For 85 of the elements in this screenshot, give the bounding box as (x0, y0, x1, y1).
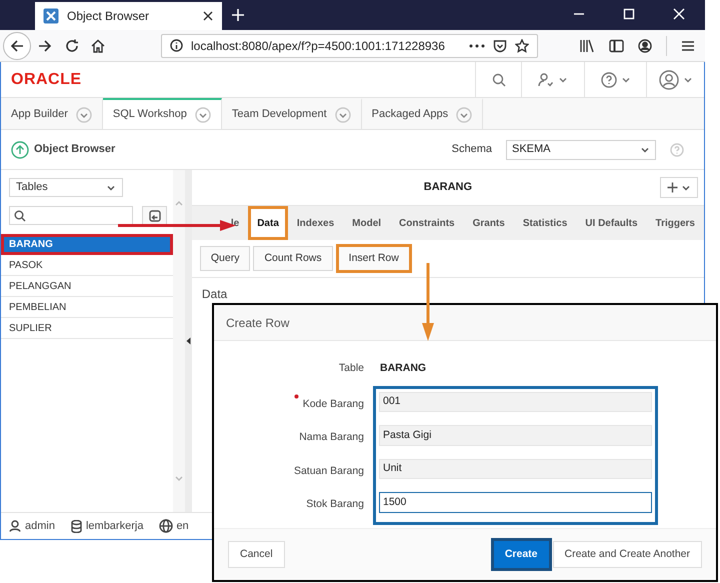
action-button[interactable]: Query (200, 246, 250, 271)
user-icon (9, 520, 21, 532)
field-label: Satuan Barang (294, 464, 364, 479)
plus-icon (667, 182, 678, 193)
text-field[interactable]: 001 (379, 392, 652, 412)
tab-title: Object Browser (67, 8, 150, 25)
database-icon (70, 520, 82, 532)
search-field[interactable] (9, 206, 133, 225)
nav-tab[interactable]: SQL Workshop (102, 98, 222, 129)
table-list-item[interactable]: PEMBELIAN (1, 297, 173, 318)
add-menu-button[interactable] (660, 177, 698, 198)
back-arrow-icon (10, 38, 24, 52)
object-tab[interactable]: Triggers (646, 206, 704, 240)
menu-icon[interactable] (681, 40, 695, 52)
table-list-item[interactable]: BARANG (1, 234, 173, 255)
dialog-button[interactable]: Create and Create Another (552, 541, 702, 568)
text-field[interactable]: 1500 (379, 492, 652, 513)
dialog-title: Create Row (226, 314, 290, 332)
reload-icon[interactable] (65, 38, 79, 52)
favicon-icon (43, 8, 59, 24)
refresh-button[interactable] (142, 206, 167, 225)
action-button[interactable]: Insert Row (336, 244, 412, 273)
schema-label: Schema (452, 142, 492, 158)
search-icon (14, 210, 26, 222)
footer-language: en (176, 518, 189, 534)
text-field[interactable]: Pasta Gigi (379, 425, 652, 446)
table-name: BARANG (380, 361, 426, 376)
chevron-down-icon (194, 106, 211, 122)
required-icon (294, 394, 299, 399)
action-button[interactable]: Count Rows (253, 246, 333, 271)
chevron-down-icon (334, 106, 351, 122)
object-tab[interactable]: Model (343, 206, 390, 240)
table-list-item[interactable]: PASOK (1, 255, 173, 276)
nav-tab[interactable]: Team Development (222, 98, 362, 129)
object-tab[interactable]: Grants (464, 206, 514, 240)
search-icon (492, 72, 506, 86)
back-button[interactable] (3, 32, 31, 60)
info-icon[interactable] (170, 39, 183, 52)
library-icon[interactable] (579, 38, 595, 52)
field-label: Kode Barang (302, 396, 364, 412)
close-icon[interactable] (202, 10, 214, 22)
url-text: localhost:8080/apex/f?p=4500:1001:171228936 (191, 38, 445, 54)
return-icon (148, 210, 160, 222)
pocket-icon[interactable] (493, 38, 507, 52)
up-arrow-circle-icon[interactable] (11, 140, 29, 158)
footer-workspace: lembarkerja (86, 518, 144, 534)
object-title: BARANG (424, 180, 472, 196)
dialog-button[interactable]: Cancel (228, 541, 285, 568)
dialog-button[interactable]: Create (494, 541, 548, 568)
chevron-down-icon (456, 106, 472, 122)
home-icon[interactable] (91, 38, 105, 52)
more-icon[interactable] (469, 44, 485, 48)
schema-select[interactable]: SKEMA (506, 140, 656, 160)
text-field[interactable]: Unit (379, 458, 652, 480)
object-type-select[interactable]: Tables (9, 178, 123, 197)
field-label: Table (338, 361, 364, 376)
object-tab[interactable]: UI Defaults (576, 206, 647, 240)
sidebar-icon[interactable] (609, 38, 624, 52)
field-label: Nama Barang (299, 430, 364, 446)
scrollbar[interactable] (172, 170, 186, 512)
nav-tab[interactable]: Packaged Apps (362, 98, 484, 129)
star-icon[interactable] (515, 38, 529, 52)
account-icon[interactable] (638, 38, 652, 52)
object-tab[interactable]: Statistics (514, 206, 576, 240)
field-label: Stok Barang (306, 497, 364, 512)
object-tab[interactable]: Indexes (288, 206, 344, 240)
scroll-down-icon (175, 476, 184, 482)
globe-icon (159, 519, 174, 533)
new-tab-icon[interactable] (231, 8, 245, 22)
object-tab[interactable]: Constraints (390, 206, 464, 240)
maximize-icon[interactable] (623, 8, 635, 20)
footer-user: admin (25, 518, 55, 534)
section-title: Data (202, 287, 228, 301)
chevron-down-icon (76, 106, 92, 122)
object-tab[interactable]: Data (248, 206, 288, 240)
oracle-logo: ORACLE (11, 70, 82, 90)
avatar-icon (658, 70, 678, 90)
page-title: Object Browser (34, 142, 116, 158)
table-list-item[interactable]: PELANGGAN (1, 276, 173, 297)
browser-tab[interactable]: Object Browser (35, 2, 222, 30)
table-list-item[interactable]: SUPLIER (1, 318, 173, 339)
help-icon (600, 72, 616, 88)
scroll-up-icon (175, 200, 184, 206)
url-field[interactable]: localhost:8080/apex/f?p=4500:1001:171228936 (161, 34, 538, 58)
forward-icon[interactable] (38, 38, 52, 52)
